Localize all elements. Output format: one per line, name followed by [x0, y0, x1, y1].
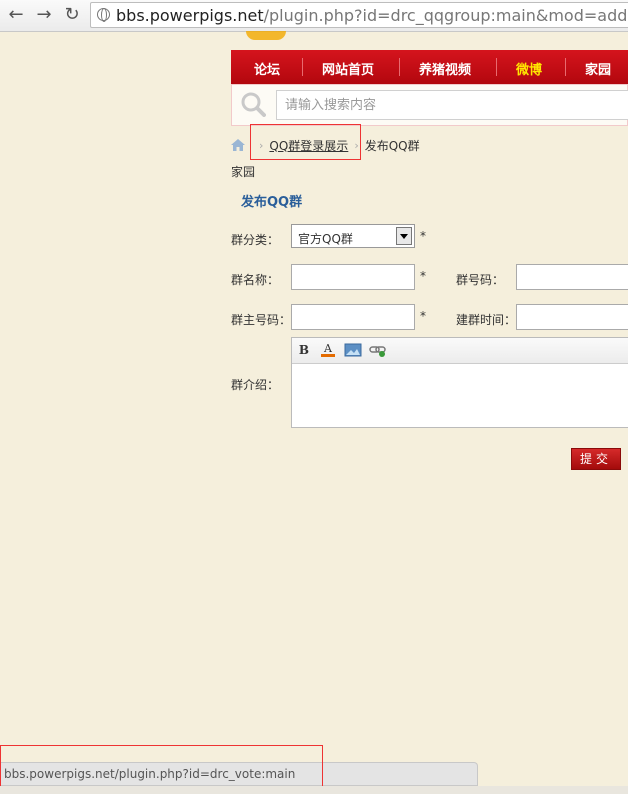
- category-value: 官方QQ群: [298, 232, 353, 246]
- bold-icon[interactable]: B: [295, 342, 313, 358]
- nav-item-home[interactable]: 网站首页: [322, 59, 374, 78]
- breadcrumb-sub: 家园: [231, 165, 256, 179]
- nav-item-weibo[interactable]: 微博: [516, 59, 542, 78]
- breadcrumb-separator: ›: [354, 138, 359, 152]
- group-number-label: 群号码：: [456, 273, 505, 287]
- form-title: 发布QQ群: [241, 195, 303, 210]
- owner-number-field[interactable]: [291, 304, 415, 330]
- submit-button[interactable]: 提交: [571, 448, 621, 470]
- category-label: 群分类：: [231, 233, 280, 247]
- chevron-down-icon[interactable]: [396, 227, 412, 245]
- svg-text:A: A: [323, 342, 333, 355]
- group-number-field[interactable]: [516, 264, 628, 290]
- globe-icon: [97, 8, 110, 22]
- forward-icon[interactable]: →: [33, 4, 55, 26]
- breadcrumb-link-qqgroup[interactable]: QQ群登录展示: [269, 137, 348, 154]
- back-icon[interactable]: ←: [5, 4, 27, 26]
- site-logo: [246, 31, 286, 40]
- intro-label: 群介绍：: [231, 378, 280, 392]
- nav-divider: [565, 58, 566, 76]
- required-mark: *: [420, 269, 426, 283]
- link-icon[interactable]: [369, 342, 387, 358]
- intro-editor: B A: [291, 337, 628, 428]
- image-icon[interactable]: [344, 342, 362, 358]
- nav-divider: [302, 58, 303, 76]
- required-mark: *: [420, 309, 426, 323]
- home-icon[interactable]: [231, 139, 245, 151]
- window-bottom-edge: [0, 786, 628, 794]
- url-path: /plugin.php?id=drc_qqgroup:main&mod=add: [263, 6, 628, 25]
- breadcrumb-current: 发布QQ群: [364, 138, 420, 153]
- group-name-field[interactable]: [291, 264, 415, 290]
- search-bar: [231, 84, 628, 126]
- group-name-label: 群名称：: [231, 273, 280, 287]
- status-bar: bbs.powerpigs.net/plugin.php?id=drc_vote…: [0, 762, 478, 786]
- address-bar[interactable]: bbs.powerpigs.net/plugin.php?id=drc_qqgr…: [90, 2, 628, 28]
- nav-divider: [496, 58, 497, 76]
- status-url: bbs.powerpigs.net/plugin.php?id=drc_vote…: [4, 767, 296, 781]
- url-domain: bbs.powerpigs.net: [116, 6, 264, 25]
- editor-toolbar: B A: [292, 338, 628, 364]
- reload-icon[interactable]: ↻: [61, 4, 83, 26]
- nav-divider: [399, 58, 400, 76]
- created-date-field[interactable]: [516, 304, 628, 330]
- nav-item-videos[interactable]: 养猪视频: [419, 59, 471, 78]
- search-icon[interactable]: [240, 91, 266, 117]
- font-color-icon[interactable]: A: [319, 342, 337, 358]
- browser-toolbar: ← → ↻ bbs.powerpigs.net/plugin.php?id=dr…: [0, 0, 628, 32]
- nav-item-forum[interactable]: 论坛: [254, 59, 280, 78]
- required-mark: *: [420, 229, 426, 243]
- owner-number-label: 群主号码：: [231, 313, 292, 327]
- created-date-label: 建群时间：: [456, 313, 517, 327]
- breadcrumb-separator: ›: [259, 138, 264, 152]
- intro-textarea[interactable]: [292, 364, 628, 427]
- category-select[interactable]: 官方QQ群: [291, 224, 415, 248]
- nav-item-home-space[interactable]: 家园: [585, 59, 611, 78]
- search-input[interactable]: [276, 90, 628, 120]
- breadcrumb: › QQ群登录展示 › 发布QQ群: [231, 136, 420, 154]
- main-nav: 论坛 网站首页 养猪视频 微博 家园: [231, 50, 628, 84]
